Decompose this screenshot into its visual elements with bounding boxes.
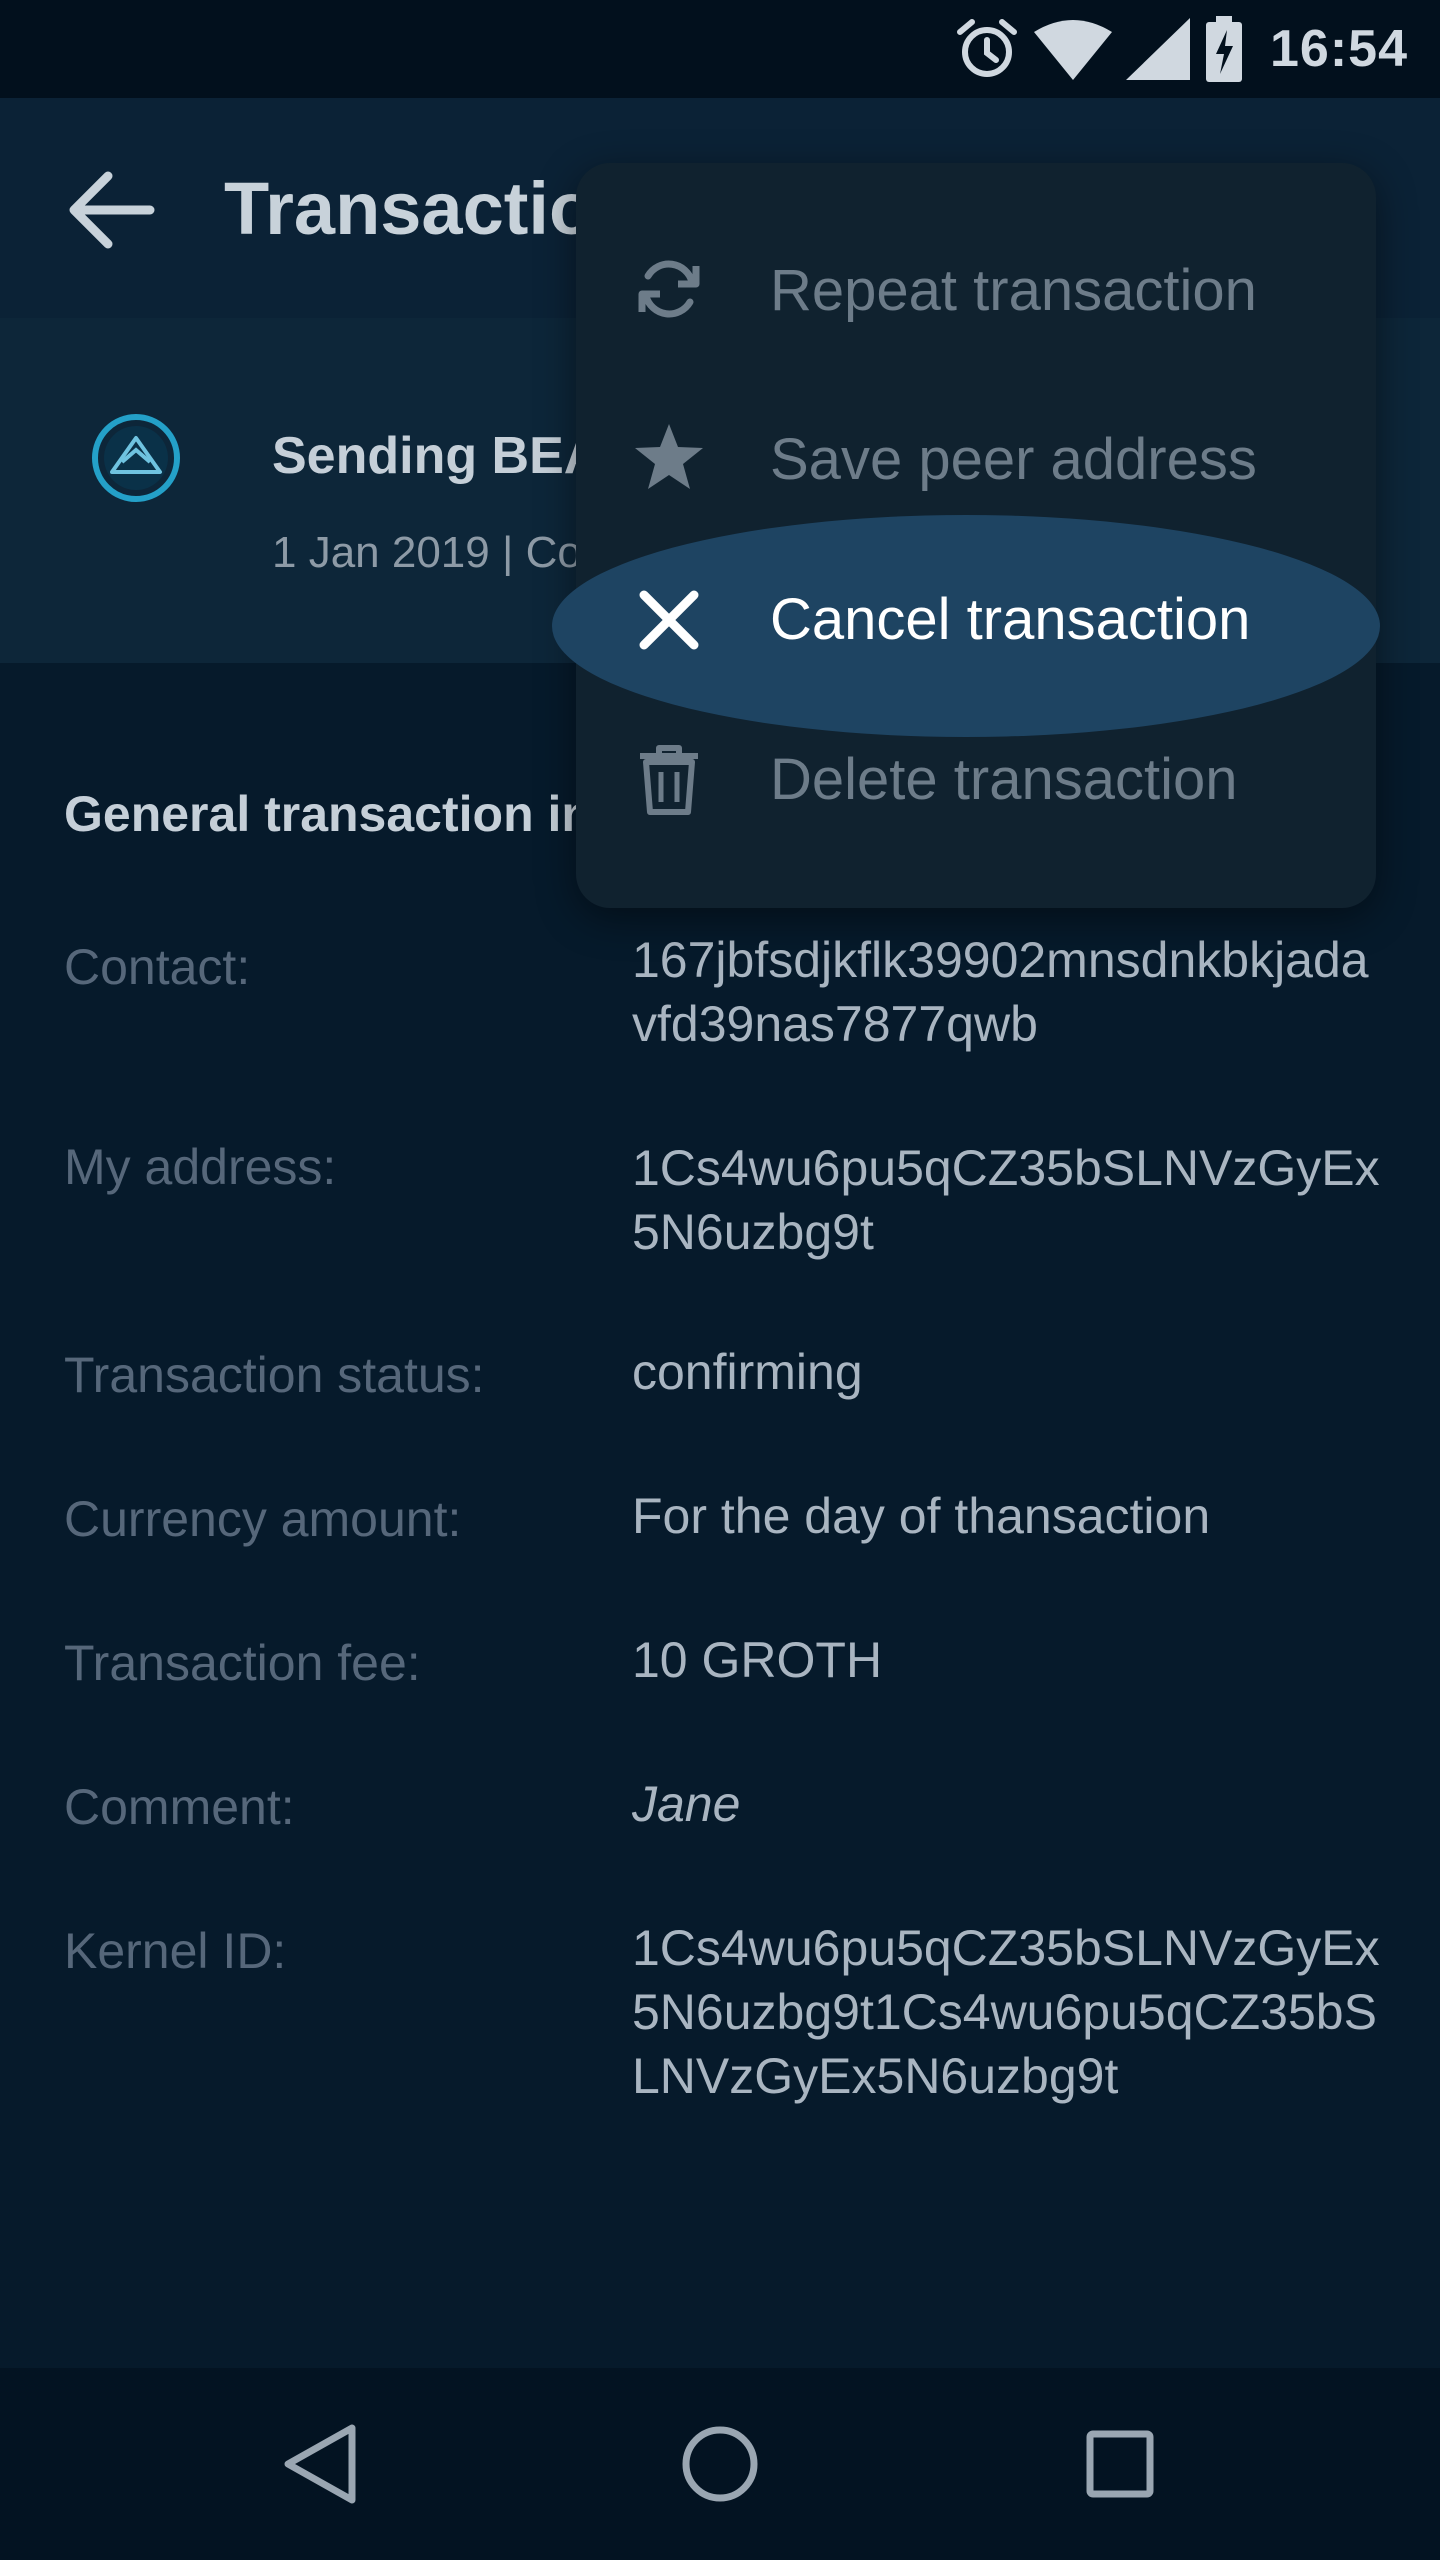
arrow-back-icon (69, 171, 155, 249)
kernel-id-value[interactable]: 1Cs4wu6pu5qCZ35bSLNVzGyEx5N6uzbg9t1Cs4wu… (632, 1916, 1392, 2108)
menu-label-cancel: Cancel transaction (770, 587, 1251, 652)
beam-logo-icon (92, 414, 180, 502)
nav-back-icon (284, 2424, 356, 2504)
transaction-fee-label: Transaction fee: (64, 1635, 421, 1691)
kernel-id-label: Kernel ID: (64, 1923, 287, 1979)
transaction-fee-value: 10 GROTH (632, 1632, 883, 1688)
comment-label: Comment: (64, 1779, 295, 1835)
nav-home-icon (682, 2426, 758, 2502)
nav-recents-button[interactable] (1064, 2408, 1176, 2520)
currency-amount-value: For the day of thansaction (632, 1488, 1211, 1544)
section-title: General transaction info (64, 786, 640, 842)
trash-icon (640, 745, 698, 815)
menu-label-repeat: Repeat transaction (770, 258, 1257, 323)
close-icon (639, 590, 699, 650)
menu-label-save-peer: Save peer address (770, 427, 1257, 492)
nav-back-button[interactable] (264, 2408, 376, 2520)
menu-item-repeat-transaction[interactable]: Repeat transaction (576, 209, 1376, 369)
menu-item-save-peer-address[interactable]: Save peer address (576, 380, 1376, 540)
contact-value[interactable]: 167jbfsdjkflk39902mnsdnkbkjadavfd39nas78… (632, 928, 1392, 1056)
system-nav-bar (0, 2368, 1440, 2560)
alarm-icon (957, 19, 1017, 77)
status-bar: 16:54 (0, 0, 1440, 98)
transaction-status-label: Transaction status: (64, 1347, 485, 1403)
contact-label: Contact: (64, 939, 251, 995)
menu-item-delete-transaction[interactable]: Delete transaction (576, 700, 1376, 860)
nav-recents-icon (1086, 2430, 1154, 2498)
menu-label-delete: Delete transaction (770, 747, 1238, 812)
status-icons: 16:54 (954, 0, 1408, 98)
wifi-icon (1034, 20, 1112, 80)
clock: 16:54 (1270, 20, 1408, 78)
cellular-signal-icon (1126, 18, 1190, 80)
comment-value: Jane (632, 1776, 741, 1832)
nav-home-button[interactable] (664, 2408, 776, 2520)
star-icon (635, 424, 703, 489)
transaction-status-value: confirming (632, 1344, 863, 1400)
my-address-label: My address: (64, 1139, 337, 1195)
my-address-value[interactable]: 1Cs4wu6pu5qCZ35bSLNVzGyEx5N6uzbg9t (632, 1136, 1392, 1264)
repeat-icon (638, 260, 700, 318)
battery-charging-icon (1206, 16, 1242, 82)
menu-item-cancel-transaction[interactable]: Cancel transaction (576, 540, 1376, 700)
back-button[interactable] (64, 168, 160, 252)
currency-amount-label: Currency amount: (64, 1491, 462, 1547)
